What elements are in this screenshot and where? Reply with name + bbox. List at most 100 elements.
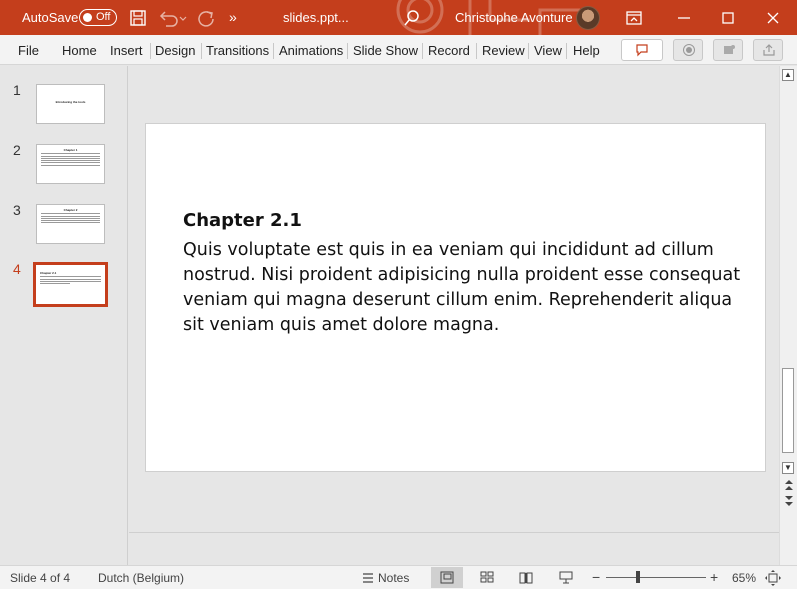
thumbnail-text-line xyxy=(41,160,100,162)
thumbnail-text-line xyxy=(40,283,70,285)
tab-home[interactable]: Home xyxy=(62,43,97,58)
thumbnail-text-line xyxy=(41,220,100,222)
slide-thumbnail-4[interactable]: Chapter 2.1 xyxy=(33,262,108,307)
minimize-icon[interactable] xyxy=(675,8,693,28)
tab-help[interactable]: Help xyxy=(573,43,600,58)
user-name[interactable]: Christophe Avonture xyxy=(455,10,573,25)
ribbon-display-options-icon[interactable] xyxy=(625,8,643,28)
avatar[interactable] xyxy=(576,6,600,30)
autosave-toggle[interactable]: Off xyxy=(79,9,117,26)
slide-sorter-icon xyxy=(480,571,494,583)
tab-separator xyxy=(422,43,423,59)
close-icon[interactable] xyxy=(764,8,782,28)
thumbnail-text-line xyxy=(40,276,101,278)
document-filename[interactable]: slides.ppt... xyxy=(283,10,349,25)
tab-separator xyxy=(150,43,151,59)
tab-separator xyxy=(347,43,348,59)
slide-show-button[interactable] xyxy=(550,567,582,588)
language-indicator[interactable]: Dutch (Belgium) xyxy=(98,571,184,585)
notes-button[interactable]: Notes xyxy=(361,569,411,587)
slide-show-icon xyxy=(559,571,573,584)
thumbnail-text-line xyxy=(41,213,100,215)
thumbnail-text-line xyxy=(41,215,100,217)
slide-sorter-button[interactable] xyxy=(471,567,503,588)
vertical-scrollbar[interactable]: ▲ ▼ xyxy=(779,66,797,565)
zoom-level[interactable]: 65% xyxy=(732,571,756,585)
scroll-up-icon[interactable]: ▲ xyxy=(782,69,794,81)
tab-separator xyxy=(273,43,274,59)
present-teams-button[interactable] xyxy=(713,39,743,61)
tab-review[interactable]: Review xyxy=(482,43,525,58)
slide-thumbnail-3[interactable]: Chapter 2 xyxy=(36,204,105,244)
redo-icon[interactable] xyxy=(196,8,216,28)
reading-view-icon xyxy=(519,572,533,584)
autosave-state: Off xyxy=(96,11,111,23)
tab-separator xyxy=(566,43,567,59)
share-button[interactable] xyxy=(753,39,783,61)
tab-view[interactable]: View xyxy=(534,43,562,58)
slide-number: 1 xyxy=(13,82,21,98)
share-icon xyxy=(763,44,775,56)
slide-number: 2 xyxy=(13,142,21,158)
tab-transitions[interactable]: Transitions xyxy=(206,43,269,58)
previous-slide-icon[interactable] xyxy=(783,478,795,492)
zoom-out-button[interactable]: − xyxy=(592,569,600,585)
search-icon[interactable] xyxy=(403,8,421,28)
thumbnail-text-line xyxy=(41,162,100,164)
slide-canvas[interactable]: Chapter 2.1 Quis voluptate est quis in e… xyxy=(145,123,766,472)
maximize-icon[interactable] xyxy=(719,8,737,28)
thumbnail-text-line xyxy=(41,164,100,166)
zoom-slider-track[interactable] xyxy=(606,577,706,578)
thumbnail-title: Introducing the tools xyxy=(55,100,86,104)
tab-separator xyxy=(201,43,202,59)
tab-separator xyxy=(528,43,529,59)
slide-body-text[interactable]: Quis voluptate est quis in ea veniam qui… xyxy=(183,238,743,338)
comment-icon xyxy=(636,44,648,57)
notes-label: Notes xyxy=(378,571,410,585)
save-icon[interactable] xyxy=(129,8,147,28)
scroll-down-icon[interactable]: ▼ xyxy=(782,462,794,474)
next-slide-icon[interactable] xyxy=(783,494,795,508)
notes-icon xyxy=(363,573,373,583)
tab-record[interactable]: Record xyxy=(428,43,470,58)
thumbnail-title: Chapter 2.1 xyxy=(40,271,57,275)
undo-icon[interactable] xyxy=(158,8,188,28)
zoom-in-button[interactable]: + xyxy=(710,569,718,585)
thumbnail-text-line xyxy=(41,217,100,219)
reading-view-button[interactable] xyxy=(510,567,542,588)
record-button[interactable] xyxy=(673,39,703,61)
thumbnail-title: Chapter 2 xyxy=(63,208,78,212)
tab-file[interactable]: File xyxy=(18,43,39,58)
slide-number: 3 xyxy=(13,202,21,218)
autosave-label: AutoSave xyxy=(22,10,79,25)
tab-slide-show[interactable]: Slide Show xyxy=(353,43,418,58)
thumbnail-text-line xyxy=(41,157,100,159)
ribbon-tabs: File Home Insert Design Transitions Anim… xyxy=(0,35,797,65)
notes-pane-divider[interactable] xyxy=(129,532,779,533)
teams-icon xyxy=(724,45,735,54)
thumbnail-text-line xyxy=(41,222,100,224)
thumbnail-text-line xyxy=(41,155,100,157)
thumbnail-title: Chapter 1 xyxy=(63,148,78,152)
slide-thumbnail-2[interactable]: Chapter 1 xyxy=(36,144,105,184)
comments-button[interactable] xyxy=(621,39,663,61)
tab-animations[interactable]: Animations xyxy=(279,43,343,58)
normal-view-button[interactable] xyxy=(431,567,463,588)
toggle-knob xyxy=(83,12,92,22)
slide-thumbnail-pane: 1 Introducing the tools 2 Chapter 1 3 Ch… xyxy=(0,66,128,565)
fit-to-window-icon[interactable] xyxy=(765,570,781,586)
slide-editing-area: Chapter 2.1 Quis voluptate est quis in e… xyxy=(129,66,779,565)
tab-insert[interactable]: Insert xyxy=(110,43,143,58)
scrollbar-thumb[interactable] xyxy=(782,368,794,453)
record-icon xyxy=(683,44,695,56)
zoom-slider-thumb[interactable] xyxy=(636,571,640,583)
status-bar: Slide 4 of 4 Dutch (Belgium) Notes − + 6… xyxy=(0,565,797,589)
tab-design[interactable]: Design xyxy=(155,43,195,58)
slide-counter: Slide 4 of 4 xyxy=(10,571,71,585)
normal-view-icon xyxy=(440,571,454,584)
more-commands-icon[interactable]: » xyxy=(229,9,237,29)
slide-thumbnail-1[interactable]: Introducing the tools xyxy=(36,84,105,124)
thumbnail-text-line xyxy=(41,153,100,155)
slide-title[interactable]: Chapter 2.1 xyxy=(183,210,302,231)
thumbnail-text-line xyxy=(40,278,101,280)
